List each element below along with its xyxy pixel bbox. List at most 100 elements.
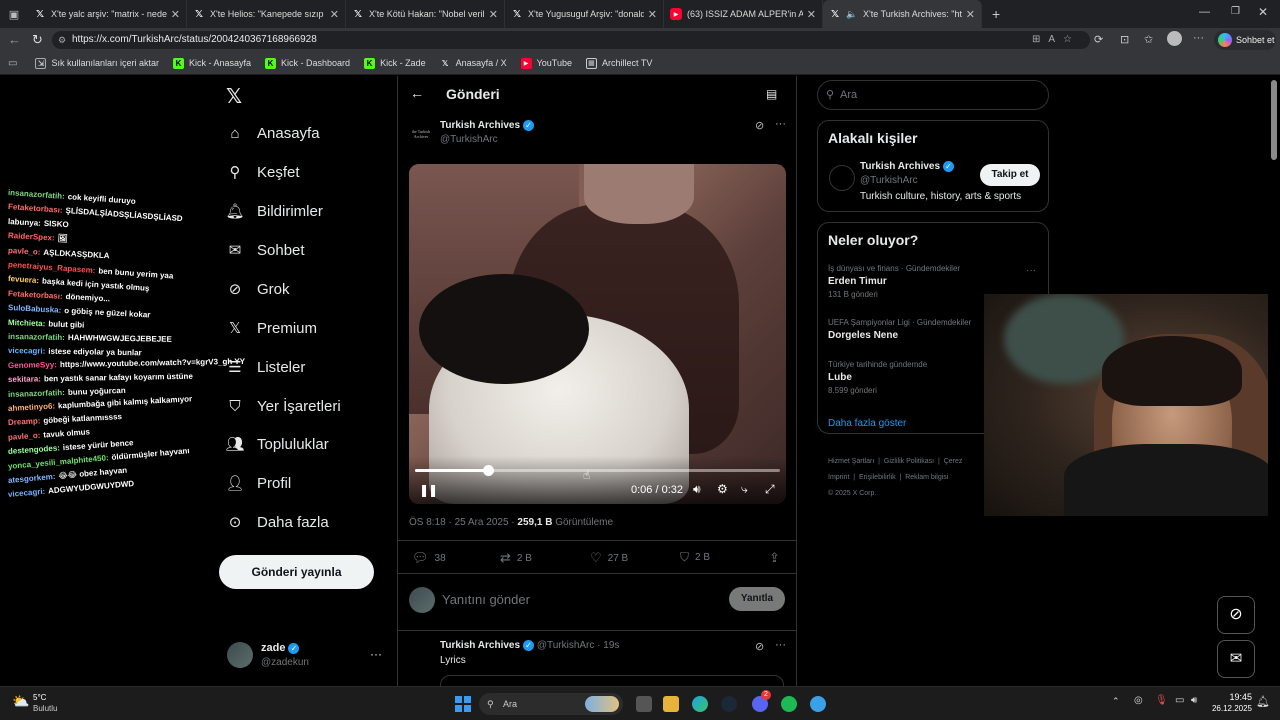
bookmark-item[interactable]: K Kick - Zade [364,57,426,69]
picture-in-picture-icon[interactable]: ⤷ [741,482,748,497]
nav-home[interactable]: ⌂ Anasayfa [226,124,319,142]
show-more-link[interactable]: Daha fazla göster [828,418,906,429]
volume-icon[interactable]: 🔊︎ [693,482,701,497]
follow-button[interactable]: Takip et [980,164,1040,186]
back-arrow-icon[interactable]: ← [410,85,424,101]
nav-more[interactable]: ⊙ Daha fazla [226,513,329,532]
new-tab-icon[interactable]: + [992,6,1000,22]
account-name[interactable]: zade ✓ [261,642,300,654]
bookmark-item[interactable]: ▦ Archillect TV [585,57,652,69]
footer-link[interactable]: Hizmet Şartları [828,458,874,465]
split-screen-icon[interactable]: ⊡ [1120,33,1129,46]
fullscreen-icon[interactable]: ⤢ [765,482,775,497]
notification-bell-icon[interactable]: 🔔︎ [1256,695,1270,708]
minimize-icon[interactable]: — [1199,6,1210,18]
task-view-icon[interactable] [636,696,652,712]
tab-actions-icon[interactable]: ▣ [0,0,28,28]
bookmark-action[interactable]: ⛉ 2 B [680,550,710,565]
scrollbar[interactable] [1268,76,1280,686]
footer-link[interactable]: Çerez [944,458,963,465]
author-avatar[interactable] [409,643,433,667]
bookmark-item[interactable]: K Kick - Anasayfa [173,57,251,69]
next-post-media[interactable] [440,675,784,686]
browser-tab[interactable]: 𝕏X'te Helios: "Kanepede sızıp kalınc✕ [187,0,346,28]
scrollbar-thumb[interactable] [1271,80,1277,160]
like-action[interactable]: ♡ 27 B [590,550,628,566]
speaker-icon[interactable]: 🔈 [846,8,858,20]
nav-premium[interactable]: 𝕏 Premium [226,319,317,338]
x-logo-icon[interactable]: 𝕏 [226,84,242,109]
nav-profile[interactable]: 👤︎ Profil [225,474,291,493]
author-avatar[interactable] [829,165,855,191]
more-icon[interactable]: ··· [775,639,786,651]
browser-tab-active[interactable]: 𝕏🔈X'te Turkish Archives: "https://✕ [823,0,982,28]
trend-item[interactable]: Türkiye tarihinde gündemde Lube 8.599 gö… [828,360,998,395]
reader-view-icon[interactable]: ▤ [766,87,777,101]
back-arrow-icon[interactable]: ← [8,32,21,47]
video-progress-track[interactable] [415,465,780,476]
spotify-icon[interactable] [781,696,797,712]
more-icon[interactable]: ··· [1026,265,1036,276]
more-menu-icon[interactable]: ··· [1193,32,1204,44]
clock-date[interactable]: 26.12.2025 [1208,704,1252,713]
bookmark-item[interactable]: ⇲ Sık kullanılanları içeri aktar [35,57,159,69]
profile-avatar[interactable] [1167,31,1182,46]
footer-link[interactable]: Gizlilik Politikası [884,458,934,465]
close-icon[interactable]: ✕ [171,8,180,21]
microphone-icon[interactable]: 🎙︎ [1155,695,1168,706]
trend-item[interactable]: İş dünyası ve finans · Gündemdekiler Erd… [828,264,998,299]
address-actions-icon[interactable]: ⊞A☆ [1032,31,1080,49]
tab-list-icon[interactable]: ▭ [8,58,17,69]
close-window-icon[interactable]: ✕ [1258,5,1268,19]
settings-gear-icon[interactable]: ⚙ [717,482,728,496]
reply-button[interactable]: Yanıtla [729,587,785,611]
close-icon[interactable]: ✕ [330,8,339,21]
next-post-header[interactable]: Turkish Archives ✓ @TurkishArc · 19s [440,640,619,651]
reply-input[interactable]: Yanıtını gönder [442,592,530,607]
reply-action[interactable]: 💬︎ 38 [412,550,446,566]
favorites-icon[interactable]: ✩ [1144,33,1153,46]
app-icon[interactable] [810,696,826,712]
nav-communities[interactable]: 👥︎ Topluluklar [225,435,328,454]
start-icon[interactable] [455,696,471,712]
post-button[interactable]: Gönderi yayınla [219,555,374,589]
author-name[interactable]: Turkish Archives ✓ [440,120,535,131]
nav-bookmarks[interactable]: ⛉ Yer İşaretleri [226,397,340,415]
video-player[interactable]: ❚❚ 0:06 / 0:32 🔊︎ ⚙ ⤷ ⤢ ☝ [409,164,786,504]
browser-tab[interactable]: 𝕏X'te Yugusuguf Arşiv: "donald tru✕ [505,0,664,28]
author-avatar[interactable]: the Turkish Archives [409,122,433,146]
share-action[interactable]: ⇪ [769,550,780,566]
browser-tab[interactable]: ▶(63) ISSIZ ADAM ALPER'in ANNESİ✕ [664,0,823,28]
weather-icon[interactable]: ⛅ [12,693,29,710]
steam-icon[interactable] [721,696,737,712]
taskbar-search[interactable]: ⚲ Ara [479,693,623,715]
site-info-icon[interactable]: ⚙ [58,31,66,49]
volume-icon[interactable]: 🔊︎ [1191,695,1197,706]
browser-tab[interactable]: 𝕏X'te yalc arşiv: "matrix - neden ba✕ [28,0,187,28]
footer-link[interactable]: Reklam bilgisi [905,474,948,481]
copilot-button[interactable]: Sohbet et [1214,30,1276,50]
video-scrubber-handle[interactable] [483,465,494,476]
nav-explore[interactable]: ⚲ Keşfet [226,163,300,182]
reload-icon[interactable]: ↻ [32,32,43,48]
messages-float-button[interactable]: ✉ [1217,640,1255,678]
edge-browser-icon[interactable] [692,696,708,712]
close-icon[interactable]: ✕ [807,8,816,21]
bookmark-item[interactable]: K Kick - Dashboard [265,57,350,69]
network-icon[interactable]: ▭ [1175,695,1184,706]
browser-tab[interactable]: 𝕏X'te Kötü Hakan: "Nobel verilmeli✕ [346,0,505,28]
nav-lists[interactable]: ☰ Listeler [226,358,305,377]
close-icon[interactable]: ✕ [489,8,498,21]
nav-notifications[interactable]: 🔔︎ Bildirimler [225,202,322,221]
trend-item[interactable]: UEFA Şampiyonlar Ligi · Gündemdekiler Do… [828,318,998,341]
close-icon[interactable]: ✕ [648,8,657,21]
nav-chat[interactable]: ✉ Sohbet [226,241,305,260]
more-icon[interactable]: ··· [775,118,786,130]
bookmark-item[interactable]: ▶ YouTube [520,57,572,69]
footer-link[interactable]: Erişilebilirlik [859,474,896,481]
grok-icon[interactable]: ⊘ [755,640,764,653]
nav-grok[interactable]: ⊘ Grok [226,280,290,299]
bookmark-item[interactable]: 𝕏 Anasayfa / X [440,58,507,69]
extensions-icon[interactable]: ⟳ [1094,33,1103,46]
maximize-icon[interactable]: ❐ [1231,6,1240,17]
